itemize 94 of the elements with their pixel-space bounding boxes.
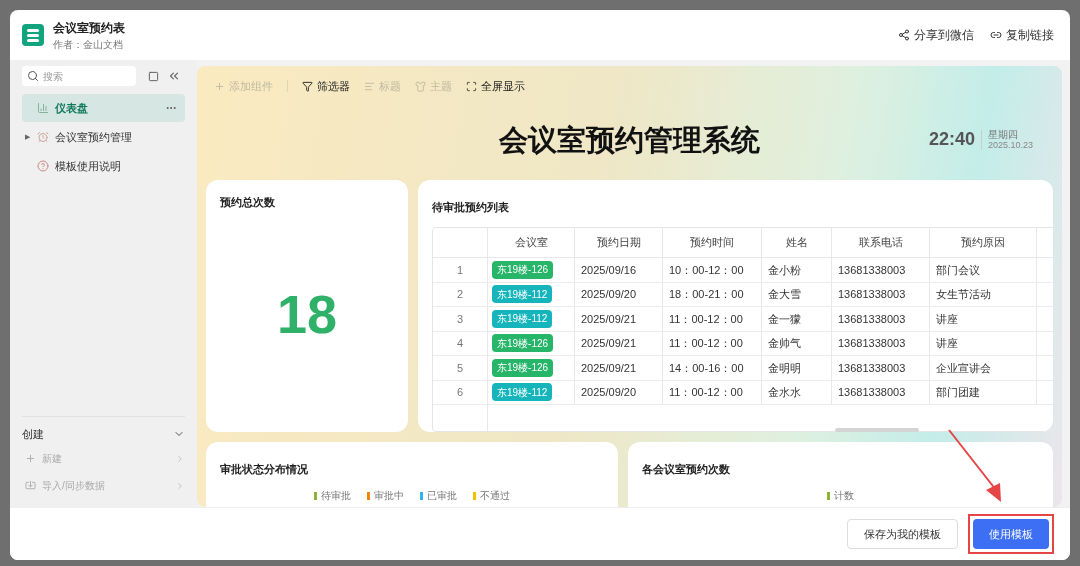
table-cell: 13681338003 — [832, 307, 930, 331]
room-tag: 东19楼-112 — [492, 309, 553, 328]
table-cell: 13681338003 — [832, 356, 930, 380]
dashboard-title: 会议室预约管理系统 — [499, 123, 760, 159]
search-input[interactable]: 搜索 — [43, 68, 123, 84]
table-cell: 18：00-21：00 — [663, 282, 762, 306]
row-number: 1 — [433, 258, 488, 282]
author-text: 作者：金山文档 — [53, 37, 124, 52]
sidebar-item[interactable]: 仪表盘 — [22, 94, 185, 122]
card-title: 各会议室预约次数 — [642, 463, 730, 475]
import-icon — [25, 480, 36, 491]
table-cell: 部门团建 — [930, 380, 1037, 404]
table-cell: 13681338003 — [832, 258, 930, 282]
table-cell: 2025/09/20 — [575, 380, 663, 404]
stat-value: 18 — [276, 282, 338, 346]
table-cell: 金帅气 — [762, 331, 832, 355]
weekday-text: 星期四 — [987, 128, 1019, 140]
table-cell: 讲座 — [930, 331, 1037, 355]
room-tag: 东19楼-126 — [492, 334, 554, 353]
table-cell: 13681338003 — [832, 331, 930, 355]
column-header: 预约原因 — [930, 228, 1037, 257]
table-cell: 部门会议 — [930, 258, 1037, 282]
room-tag: 东19楼-126 — [492, 260, 554, 279]
plus-icon — [214, 80, 225, 92]
use-template-button[interactable]: 使用模板 — [973, 519, 1049, 549]
legend-label: 已审批 — [427, 489, 457, 503]
table-cell: 11：00-12：00 — [663, 380, 762, 404]
clock-time: 22:40 — [928, 128, 975, 151]
sidebar-item[interactable]: 模板使用说明 — [22, 152, 185, 180]
lines-icon — [364, 80, 375, 92]
column-header: 姓名 — [762, 228, 832, 257]
search-field[interactable]: 搜索 — [22, 66, 136, 86]
table-cell: 金大雪 — [762, 282, 832, 306]
column-header: 预约时间 — [663, 228, 762, 257]
share-icon — [898, 29, 910, 41]
toolbar-button[interactable]: 筛选器 — [302, 77, 350, 95]
window-title: 会议室预约表 — [53, 19, 125, 37]
legend-label: 待审批 — [321, 489, 351, 503]
table-cell: 10：00-12：00 — [663, 258, 762, 282]
table-cell: 金水水 — [762, 380, 832, 404]
table-cell: 2025/09/21 — [575, 307, 663, 331]
chevron-icon — [175, 480, 185, 491]
scrollbar[interactable] — [835, 428, 919, 432]
panel-icon[interactable] — [148, 70, 159, 82]
table-cell: 2025/09/16 — [575, 258, 663, 282]
clock-icon — [37, 131, 49, 143]
card-title: 预约总次数 — [220, 195, 276, 210]
table-cell: 11：00-12：00 — [663, 307, 762, 331]
table-cell: 14：00-16：00 — [663, 356, 762, 380]
row-number: 2 — [433, 282, 488, 306]
shirt-icon — [415, 80, 426, 92]
legend-label: 计数 — [834, 489, 854, 503]
column-header: 联系电话 — [832, 228, 930, 257]
room-tag: 东19楼-112 — [492, 383, 553, 402]
room-tag: 东19楼-112 — [492, 285, 553, 304]
copy-link-button[interactable]: 复制链接 — [990, 26, 1054, 44]
column-header: 预约日期 — [575, 228, 663, 257]
row-number: 4 — [433, 331, 488, 355]
room-tag: 东19楼-126 — [492, 358, 554, 377]
search-icon — [27, 70, 39, 82]
row-number: 3 — [433, 307, 488, 331]
fullscreen-icon — [466, 80, 477, 92]
link-icon — [990, 29, 1002, 41]
table-cell: 讲座 — [930, 307, 1037, 331]
table-cell: 11：00-12：00 — [663, 331, 762, 355]
legend-label: 审批中 — [374, 489, 404, 503]
table-cell: 金明明 — [762, 356, 832, 380]
table-cell: 13681338003 — [832, 282, 930, 306]
chart-icon — [37, 102, 49, 114]
card-title: 审批状态分布情况 — [220, 463, 308, 475]
filter-icon — [302, 80, 313, 92]
table-cell: 女生节活动 — [930, 282, 1037, 306]
date-text: 2025.10.23 — [987, 139, 1033, 151]
row-number: 6 — [433, 380, 488, 404]
collapse-icon[interactable] — [167, 69, 181, 83]
row-number: 5 — [433, 356, 488, 380]
legend-label: 不通过 — [480, 489, 510, 503]
table-cell: 13681338003 — [832, 380, 930, 404]
plus-icon — [25, 453, 36, 464]
table-cell: 2025/09/20 — [575, 282, 663, 306]
chevron-icon — [175, 453, 185, 464]
share-button[interactable]: 分享到微信 — [898, 26, 974, 44]
card-title: 待审批预约列表 — [432, 201, 509, 213]
section-title: 创建 — [22, 426, 44, 442]
table-cell: 企业宣讲会 — [930, 356, 1037, 380]
toolbar-button[interactable]: 全屏显示 — [466, 77, 525, 95]
save-template-button[interactable]: 保存为我的模板 — [847, 519, 958, 549]
table-cell: 金小粉 — [762, 258, 832, 282]
table-cell: 2025/09/21 — [575, 356, 663, 380]
question-icon — [37, 160, 49, 172]
table-cell: 金一獴 — [762, 307, 832, 331]
column-header: 会议室 — [488, 228, 575, 257]
table-cell: 2025/09/21 — [575, 331, 663, 355]
app-logo-icon — [22, 24, 44, 46]
